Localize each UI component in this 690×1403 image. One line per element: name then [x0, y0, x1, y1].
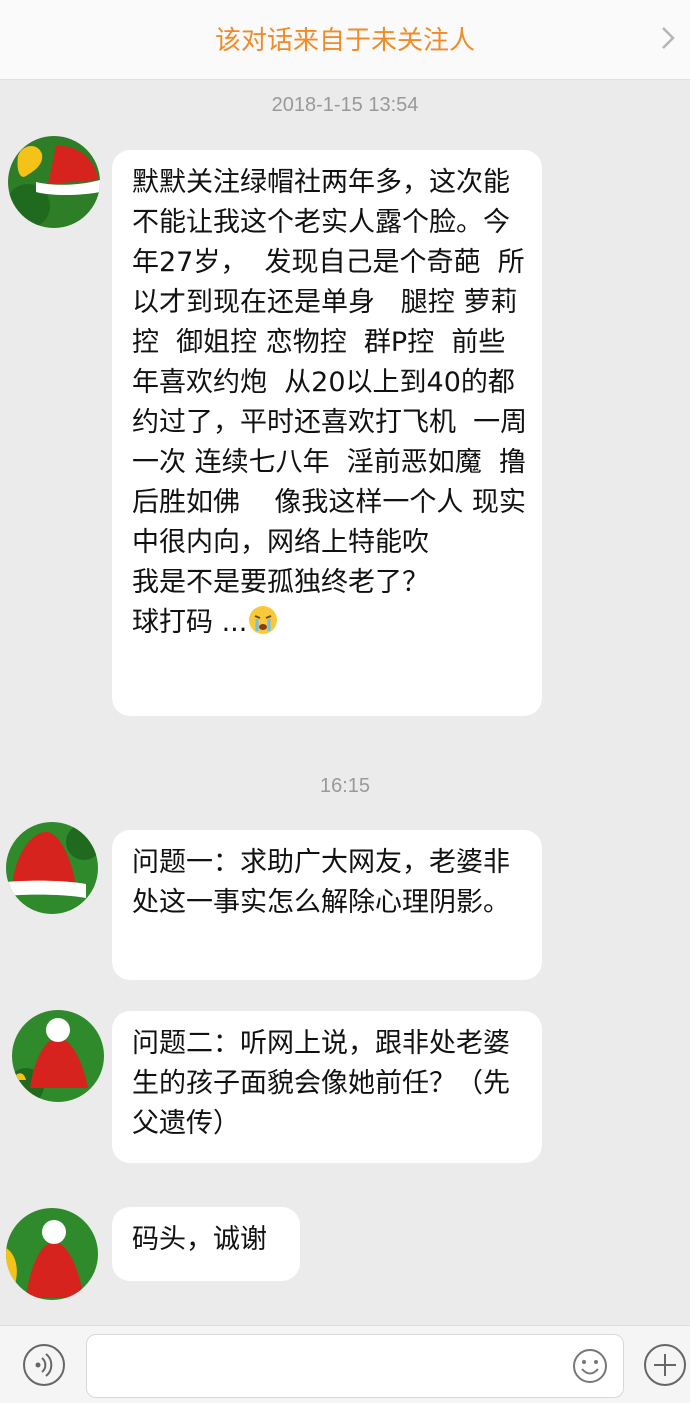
- avatar[interactable]: [12, 1010, 104, 1102]
- header-title: 该对话来自于未关注人: [214, 26, 475, 56]
- avatar[interactable]: [6, 822, 98, 914]
- chevron-right-icon[interactable]: [654, 24, 682, 52]
- message-bubble[interactable]: 码头，诚谢: [112, 1207, 300, 1281]
- message-input[interactable]: [86, 1334, 624, 1398]
- avatar[interactable]: [8, 136, 100, 228]
- emoji-icon[interactable]: [572, 1348, 608, 1384]
- message-text: 默默关注绿帽社两年多，这次能不能让我这个老实人露个脸。今年27岁， 发现自己是个…: [132, 167, 528, 638]
- crying-face-icon: [249, 606, 278, 634]
- message-text: 问题二：听网上说，跟非处老婆生的孩子面貌会像她前任？（先父遗传）: [132, 1028, 510, 1139]
- message-bubble[interactable]: 问题二：听网上说，跟非处老婆生的孩子面貌会像她前任？（先父遗传）: [112, 1011, 542, 1163]
- message-text: 问题一：求助广大网友，老婆非处这一事实怎么解除心理阴影。: [132, 847, 510, 918]
- message-bubble[interactable]: 问题一：求助广大网友，老婆非处这一事实怎么解除心理阴影。: [112, 830, 542, 980]
- plus-icon[interactable]: [643, 1343, 687, 1387]
- conversation-header[interactable]: 该对话来自于未关注人: [0, 0, 690, 80]
- timestamp: 2018-1-15 13:54: [271, 94, 419, 116]
- voice-icon[interactable]: [22, 1343, 66, 1387]
- avatar[interactable]: [6, 1208, 98, 1300]
- timestamp: 16:15: [319, 775, 371, 797]
- input-bar: [0, 1325, 690, 1403]
- message-bubble[interactable]: 默默关注绿帽社两年多，这次能不能让我这个老实人露个脸。今年27岁， 发现自己是个…: [112, 150, 542, 716]
- message-text: 码头，诚谢: [132, 1224, 267, 1255]
